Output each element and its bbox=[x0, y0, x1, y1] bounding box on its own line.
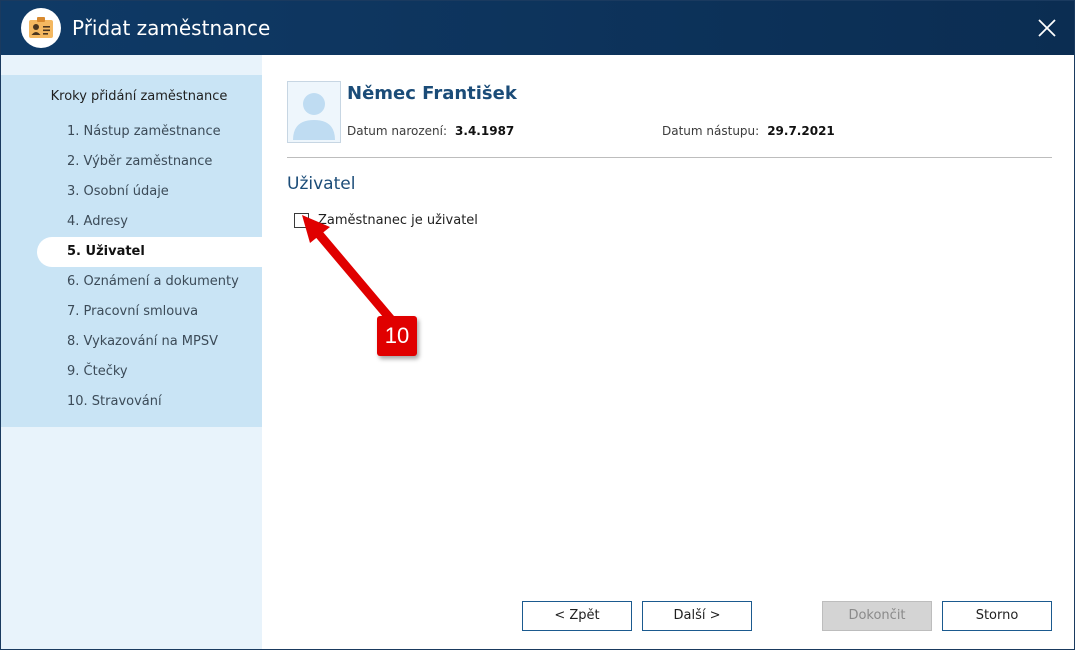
step-item[interactable]: 9. Čtečky bbox=[37, 357, 262, 387]
step-item[interactable]: 7. Pracovní smlouva bbox=[37, 297, 262, 327]
annotation-badge: 10 bbox=[377, 316, 417, 356]
close-button[interactable] bbox=[1032, 13, 1062, 43]
steps-title: Kroky přidání zaměstnance bbox=[50, 89, 228, 104]
step-item[interactable]: 3. Osobní údaje bbox=[37, 177, 262, 207]
step-item[interactable]: 2. Výběr zaměstnance bbox=[37, 147, 262, 177]
start-date-label: Datum nástupu: bbox=[662, 124, 760, 138]
employee-avatar bbox=[287, 81, 341, 143]
finish-button[interactable]: Dokončit bbox=[822, 601, 932, 631]
steps-panel: Kroky přidání zaměstnance 1. Nástup zamě… bbox=[1, 75, 262, 427]
person-silhouette-icon bbox=[293, 93, 335, 140]
step-item[interactable]: 6. Oznámení a dokumenty bbox=[37, 267, 262, 297]
birth-date-field: Datum narození: 3.4.1987 bbox=[347, 124, 514, 138]
employee-name: Němec František bbox=[347, 83, 517, 104]
start-date-field: Datum nástupu: 29.7.2021 bbox=[662, 124, 835, 138]
step-item[interactable]: 1. Nástup zaměstnance bbox=[37, 117, 262, 147]
close-icon bbox=[1038, 19, 1056, 37]
dialog-window: Přidat zaměstnance Kroky přidání zaměstn… bbox=[0, 0, 1075, 650]
section-title: Uživatel bbox=[287, 174, 356, 194]
step-item-active[interactable]: 5. Uživatel bbox=[37, 237, 262, 267]
step-item[interactable]: 4. Adresy bbox=[37, 207, 262, 237]
step-item[interactable]: 8. Vykazování na MPSV bbox=[37, 327, 262, 357]
birth-date-value: 3.4.1987 bbox=[455, 124, 515, 138]
employee-card-icon bbox=[21, 8, 61, 48]
next-button[interactable]: Další > bbox=[642, 601, 752, 631]
back-button[interactable]: < Zpět bbox=[522, 601, 632, 631]
header-divider bbox=[287, 157, 1052, 158]
dialog-title: Přidat zaměstnance bbox=[72, 16, 271, 40]
step-item[interactable]: 10. Stravování bbox=[37, 387, 262, 417]
start-date-value: 29.7.2021 bbox=[767, 124, 835, 138]
birth-date-label: Datum narození: bbox=[347, 124, 448, 138]
title-bar: Přidat zaměstnance bbox=[1, 1, 1074, 55]
cancel-button[interactable]: Storno bbox=[942, 601, 1052, 631]
